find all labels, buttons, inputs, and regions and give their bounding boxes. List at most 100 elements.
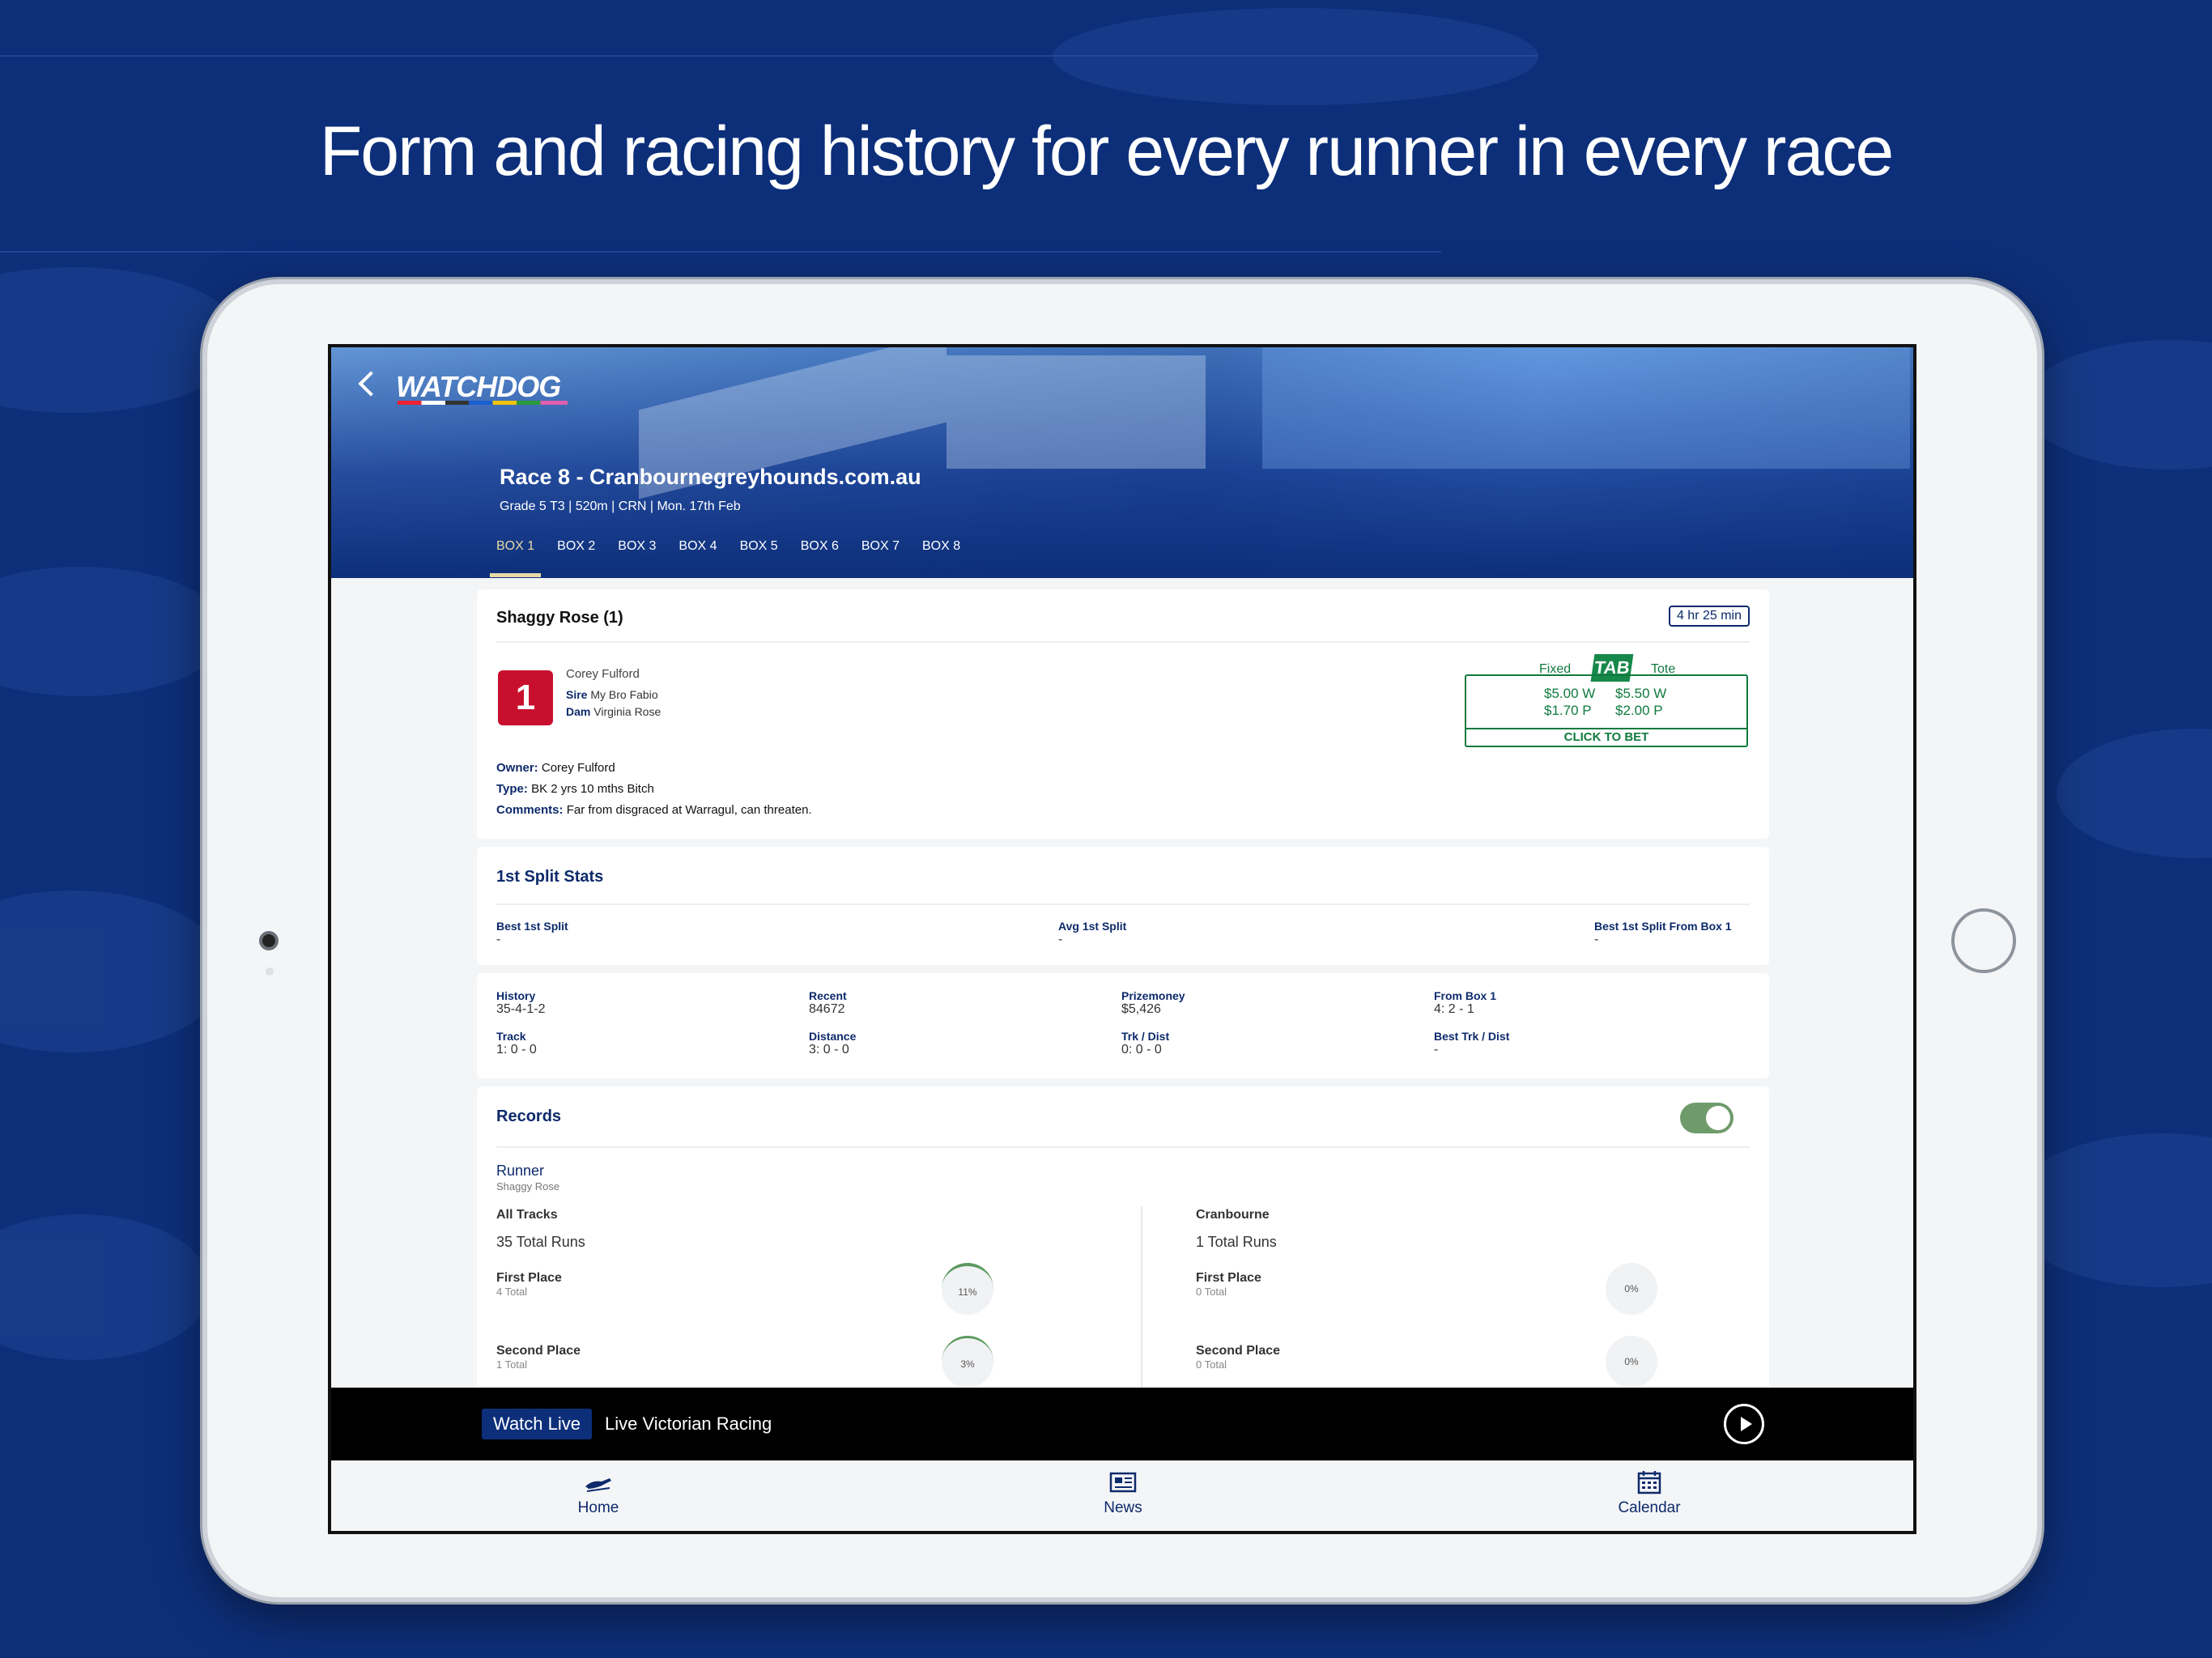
from-box-stat: From Box 1 4: 2 - 1 [1434,989,1496,1017]
cranbourne-second-label: Second Place [1196,1344,1281,1358]
tab-box-7[interactable]: BOX 7 [850,535,911,577]
nav-home[interactable]: Home [534,1470,663,1517]
front-camera [259,931,279,950]
type-label: Type: [496,782,528,796]
second-place-ring: 3% [942,1336,993,1388]
track-label: Track [496,1030,526,1043]
distance-stat: Distance 3: 0 - 0 [809,1030,856,1057]
nav-home-label: Home [577,1499,619,1516]
grandstand-image [1262,347,1910,469]
owner-line: Owner: Corey Fulford [496,761,615,775]
bottom-navigation: Home News Calendar [331,1460,1913,1531]
tote-place-odds: $2.00 P [1615,703,1663,718]
runner-card: Shaggy Rose (1) 4 hr 25 min 1 Corey Fulf… [477,589,1769,839]
nav-news[interactable]: News [1058,1470,1188,1517]
watchdog-logo: WATCHDOG [396,370,561,403]
first-place-ring: 11% [942,1263,993,1315]
logo-stripe [398,401,568,405]
best-trk-dist-value: - [1434,1043,1439,1056]
owner-value: Corey Fulford [541,761,615,775]
runner-content: Shaggy Rose (1) 4 hr 25 min 1 Corey Fulf… [331,578,1913,1401]
all-tracks-title: All Tracks [496,1208,558,1222]
comments-value: Far from disgraced at Warragul, can thre… [566,803,812,817]
tab-box-5[interactable]: BOX 5 [729,535,789,577]
trk-dist-stat: Trk / Dist 0: 0 - 0 [1121,1030,1169,1057]
track-value: 1: 0 - 0 [496,1043,537,1056]
form-stats-card: History 35-4-1-2 Recent 84672 Prizemoney… [477,973,1769,1078]
records-card: Records Runner Shaggy Rose All Tracks 35… [477,1086,1769,1401]
best-split-value: - [496,933,501,946]
comments-line: Comments: Far from disgraced at Warragul… [496,803,812,817]
first-place-total: 4 Total [496,1286,528,1298]
type-line: Type: BK 2 yrs 10 mths Bitch [496,782,654,796]
comments-label: Comments: [496,803,564,817]
fixed-place-odds: $1.70 P [1544,703,1592,718]
avg-split-stat: Avg 1st Split - [1058,920,1126,947]
box-number-badge: 1 [498,670,553,725]
sire-line: Sire My Bro Fabio [566,688,658,701]
watch-live-text: Live Victorian Racing [605,1414,772,1434]
split-stats-title: 1st Split Stats [496,868,604,886]
race-subtitle: Grade 5 T3 | 520m | CRN | Mon. 17th Feb [500,500,741,513]
nav-calendar[interactable]: Calendar [1585,1470,1714,1517]
dam-label: Dam [566,705,591,718]
ambient-sensor [266,967,274,976]
tab-box-8[interactable]: BOX 8 [911,535,972,577]
box-tabs: BOX 1 BOX 2 BOX 3 BOX 4 BOX 5 BOX 6 BOX … [485,535,972,577]
avg-split-value: - [1058,933,1063,946]
home-hardware-button[interactable] [1951,908,2016,973]
second-place-total: 1 Total [496,1358,528,1371]
prizemoney-stat: Prizemoney $5,426 [1121,989,1185,1017]
trk-dist-label: Trk / Dist [1121,1030,1170,1043]
trk-dist-value: 0: 0 - 0 [1121,1043,1162,1056]
race-title: Race 8 - Cranbournegreyhounds.com.au [500,465,921,489]
prizemoney-label: Prizemoney [1121,989,1185,1002]
bet-widget[interactable]: $5.00 W $1.70 P $5.50 W $2.00 P CLICK TO… [1465,674,1748,747]
cranbourne-title: Cranbourne [1196,1208,1270,1222]
cranbourne-total: 1 Total Runs [1196,1234,1277,1250]
all-tracks-total: 35 Total Runs [496,1234,585,1250]
cranbourne-first-ring: 0% [1606,1263,1657,1315]
grandstand-image [946,355,1206,469]
track-stat: Track 1: 0 - 0 [496,1030,537,1057]
avg-split-label: Avg 1st Split [1058,920,1127,933]
dam-value: Virginia Rose [593,705,661,718]
best-trk-dist-label: Best Trk / Dist [1434,1030,1510,1043]
nav-news-label: News [1104,1499,1142,1516]
tab-box-1[interactable]: BOX 1 [485,535,546,577]
second-place-label: Second Place [496,1344,581,1358]
race-header: WATCHDOG Race 8 - Cranbournegreyhounds.c… [331,347,1913,578]
cranbourne-first-label: First Place [1196,1271,1261,1285]
records-title: Records [496,1107,562,1125]
watch-live-badge[interactable]: Watch Live [482,1409,593,1439]
tab-box-2[interactable]: BOX 2 [546,535,606,577]
history-value: 35-4-1-2 [496,1002,546,1016]
records-column-divider [1141,1206,1142,1401]
nav-calendar-label: Calendar [1618,1499,1681,1516]
tab-box-6[interactable]: BOX 6 [789,535,850,577]
trainer-name: Corey Fulford [566,667,640,681]
fixed-win-odds: $5.00 W [1544,686,1596,701]
play-icon[interactable] [1724,1404,1764,1444]
box-split-stat: Best 1st Split From Box 1 - [1594,920,1732,947]
sire-value: My Bro Fabio [590,688,658,701]
history-label: History [496,989,536,1002]
records-toggle[interactable] [1680,1103,1733,1133]
split-stats-card: 1st Split Stats Best 1st Split - Avg 1st… [477,847,1769,965]
recent-label: Recent [809,989,847,1002]
records-runner-label: Runner [496,1163,545,1179]
runner-name: Shaggy Rose (1) [496,609,623,627]
divider [496,1146,1750,1148]
app-screen: WATCHDOG Race 8 - Cranbournegreyhounds.c… [328,344,1916,1534]
from-box-label: From Box 1 [1434,989,1497,1002]
news-icon [1109,1472,1137,1493]
watch-live-bar[interactable]: Watch Live Live Victorian Racing [331,1388,1913,1460]
back-arrow-icon[interactable] [358,371,384,397]
click-to-bet-button[interactable]: CLICK TO BET [1466,728,1746,746]
tab-box-4[interactable]: BOX 4 [667,535,728,577]
tab-box-3[interactable]: BOX 3 [606,535,667,577]
headline: Form and racing history for every runner… [319,113,1894,190]
recent-stat: Recent 84672 [809,989,847,1017]
sire-label: Sire [566,688,588,701]
records-runner-name: Shaggy Rose [496,1180,560,1192]
